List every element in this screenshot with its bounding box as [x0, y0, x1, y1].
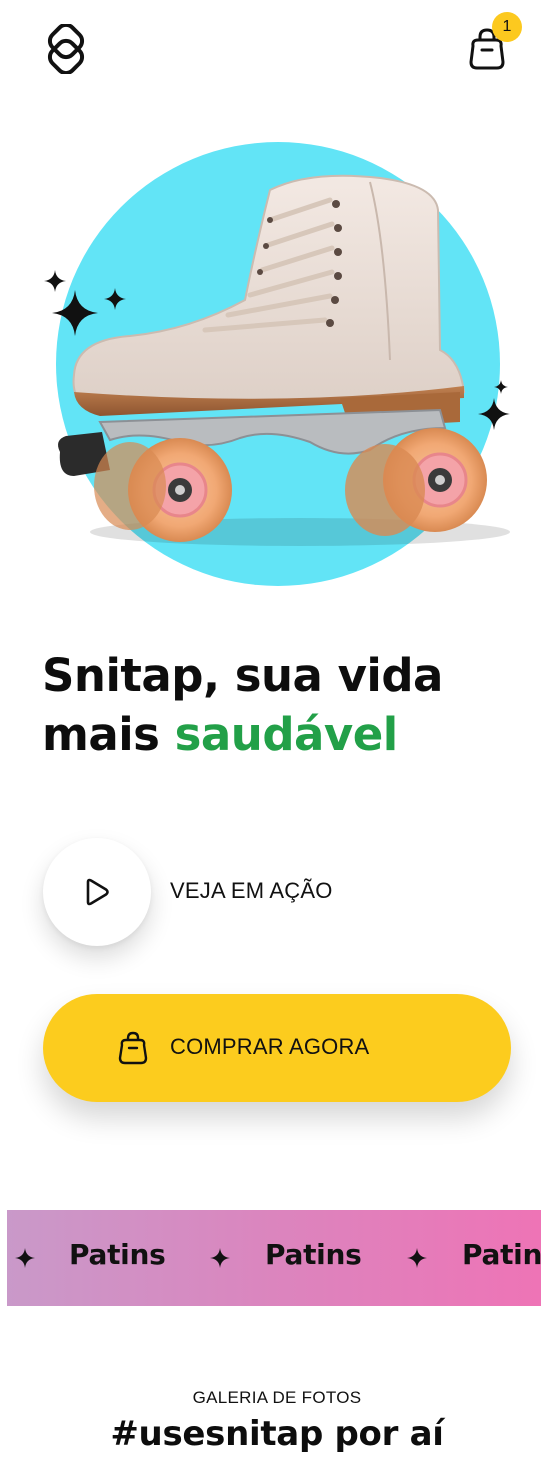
roller-skate-image — [58, 174, 510, 546]
headline-line-2-prefix: mais — [42, 708, 175, 761]
headline-line-1: Snitap, sua vida — [42, 649, 443, 702]
marquee-word: Patins — [462, 1238, 541, 1271]
cart-count-badge: 1 — [492, 12, 522, 42]
buy-now-label[interactable]: COMPRAR AGORA — [170, 1034, 369, 1060]
page: 1 Snitap, sua vida mais saudável VEJA EM… — [0, 0, 541, 1477]
marquee-word: Patins — [69, 1238, 166, 1271]
headline-accent-word: saudável — [174, 708, 399, 761]
snitap-logo-icon[interactable] — [40, 24, 92, 74]
sparkle-star-icon — [407, 1248, 427, 1268]
marquee-word: Patins — [265, 1238, 362, 1271]
gallery-kicker: GALERIA DE FOTOS — [192, 1388, 362, 1407]
play-video-button[interactable] — [43, 838, 151, 946]
sparkle-star-icon — [15, 1248, 35, 1268]
play-icon — [86, 878, 109, 906]
play-video-label[interactable]: VEJA EM AÇÃO — [170, 878, 333, 904]
sparkle-star-icon — [210, 1248, 230, 1268]
gallery-title: #usesnitap por aí — [110, 1414, 444, 1454]
patins-marquee-banner: Patins Patins Patins — [7, 1210, 541, 1306]
shopping-bag-icon — [118, 1031, 148, 1065]
hero-headline: Snitap, sua vida mais saudável — [42, 646, 512, 764]
